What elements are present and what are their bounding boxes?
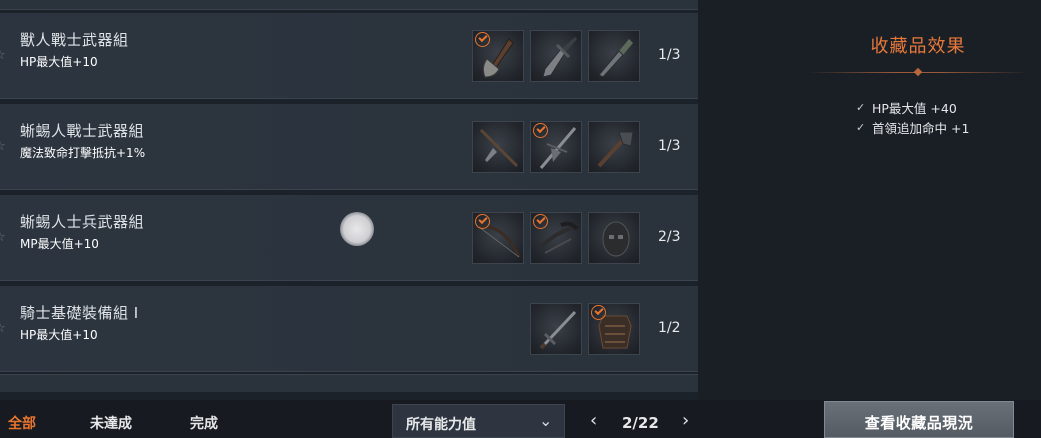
touch-indicator <box>340 212 374 246</box>
collection-effect: HP最大值+10 <box>20 55 98 69</box>
favorite-star-icon[interactable]: ☆ <box>0 322 8 336</box>
collection-effect: 魔法致命打擊抵抗+1% <box>20 146 146 160</box>
partial-card-top <box>0 0 698 10</box>
effects-list: ✓ HP最大值 +40 ✓ 首領追加命中 +1 <box>856 97 969 137</box>
next-page-button[interactable]: › <box>682 410 689 431</box>
item-slot[interactable] <box>588 212 640 264</box>
collection-effect: MP最大值+10 <box>20 237 99 251</box>
item-slot[interactable] <box>530 303 582 355</box>
spear-icon <box>479 128 519 168</box>
item-slot[interactable] <box>472 212 524 264</box>
check-icon: ✓ <box>856 100 866 114</box>
page-indicator: 2/22 <box>622 414 659 432</box>
collection-title: 獸人戰士武器組 <box>20 31 129 49</box>
item-slot[interactable] <box>588 121 640 173</box>
favorite-star-icon[interactable]: ☆ <box>0 231 8 245</box>
previous-page-button[interactable]: ‹ <box>590 410 597 431</box>
collected-check-icon <box>533 123 548 138</box>
favorite-star-icon[interactable]: ☆ <box>0 49 8 63</box>
collection-progress: 1/3 <box>658 138 681 154</box>
dagger-icon <box>598 39 633 78</box>
filter-label: 所有能力值 <box>406 417 476 433</box>
effect-item: ✓ 首領追加命中 +1 <box>856 117 969 137</box>
collection-card[interactable]: ☆ 騎士基礎裝備組 I HP最大值+10 1/2 <box>0 286 698 372</box>
collection-progress: 2/3 <box>658 229 681 245</box>
collected-check-icon <box>475 214 490 229</box>
item-slot[interactable] <box>588 30 640 82</box>
collected-check-icon <box>533 214 548 229</box>
effect-item: ✓ HP最大值 +40 <box>856 97 969 117</box>
collection-progress: 1/3 <box>658 47 681 63</box>
item-slot[interactable] <box>588 303 640 355</box>
tab-all[interactable]: 全部 <box>8 413 36 433</box>
item-slot[interactable] <box>530 212 582 264</box>
stat-filter-dropdown[interactable]: 所有能力值 ⌄ <box>392 404 565 438</box>
collection-list[interactable]: ☆ 獸人戰士武器組 HP最大值+10 <box>0 0 698 400</box>
collection-card[interactable]: ☆ 獸人戰士武器組 HP最大值+10 <box>0 13 698 99</box>
helmet-icon <box>602 221 630 257</box>
favorite-star-icon[interactable]: ☆ <box>0 140 8 154</box>
item-slot[interactable] <box>530 121 582 173</box>
check-icon: ✓ <box>856 120 866 134</box>
collected-check-icon <box>475 32 490 47</box>
club-icon <box>597 131 634 168</box>
tab-complete[interactable]: 完成 <box>190 413 218 433</box>
collection-effect: HP最大值+10 <box>20 328 98 342</box>
collected-check-icon <box>591 305 606 320</box>
item-slot[interactable] <box>472 121 524 173</box>
collection-progress: 1/2 <box>658 320 681 336</box>
tab-incomplete[interactable]: 未達成 <box>90 413 132 433</box>
effect-text: HP最大值 +40 <box>872 100 957 116</box>
item-slot[interactable] <box>530 30 582 82</box>
collection-effects-panel <box>698 0 1041 400</box>
collection-screen: ☆ 獸人戰士武器組 HP最大值+10 <box>0 0 1041 438</box>
view-collection-status-button[interactable]: 查看收藏品現況 <box>824 401 1014 438</box>
collection-card[interactable]: ☆ 蜥蜴人戰士武器組 魔法致命打擊抵抗+1% <box>0 104 698 190</box>
partial-card-bottom <box>0 374 698 392</box>
effect-text: 首領追加命中 +1 <box>872 120 970 136</box>
broad-dagger-icon <box>542 37 577 78</box>
chevron-down-icon: ⌄ <box>539 411 553 430</box>
sword-icon <box>539 310 577 350</box>
effects-panel-title: 收藏品效果 <box>870 36 966 57</box>
view-collection-status-label: 查看收藏品現況 <box>864 414 974 432</box>
collection-title: 蜥蜴人戰士武器組 <box>20 122 145 140</box>
item-slot[interactable] <box>472 30 524 82</box>
collection-title: 騎士基礎裝備組 I <box>20 304 139 322</box>
collection-title: 蜥蜴人士兵武器組 <box>20 213 145 231</box>
